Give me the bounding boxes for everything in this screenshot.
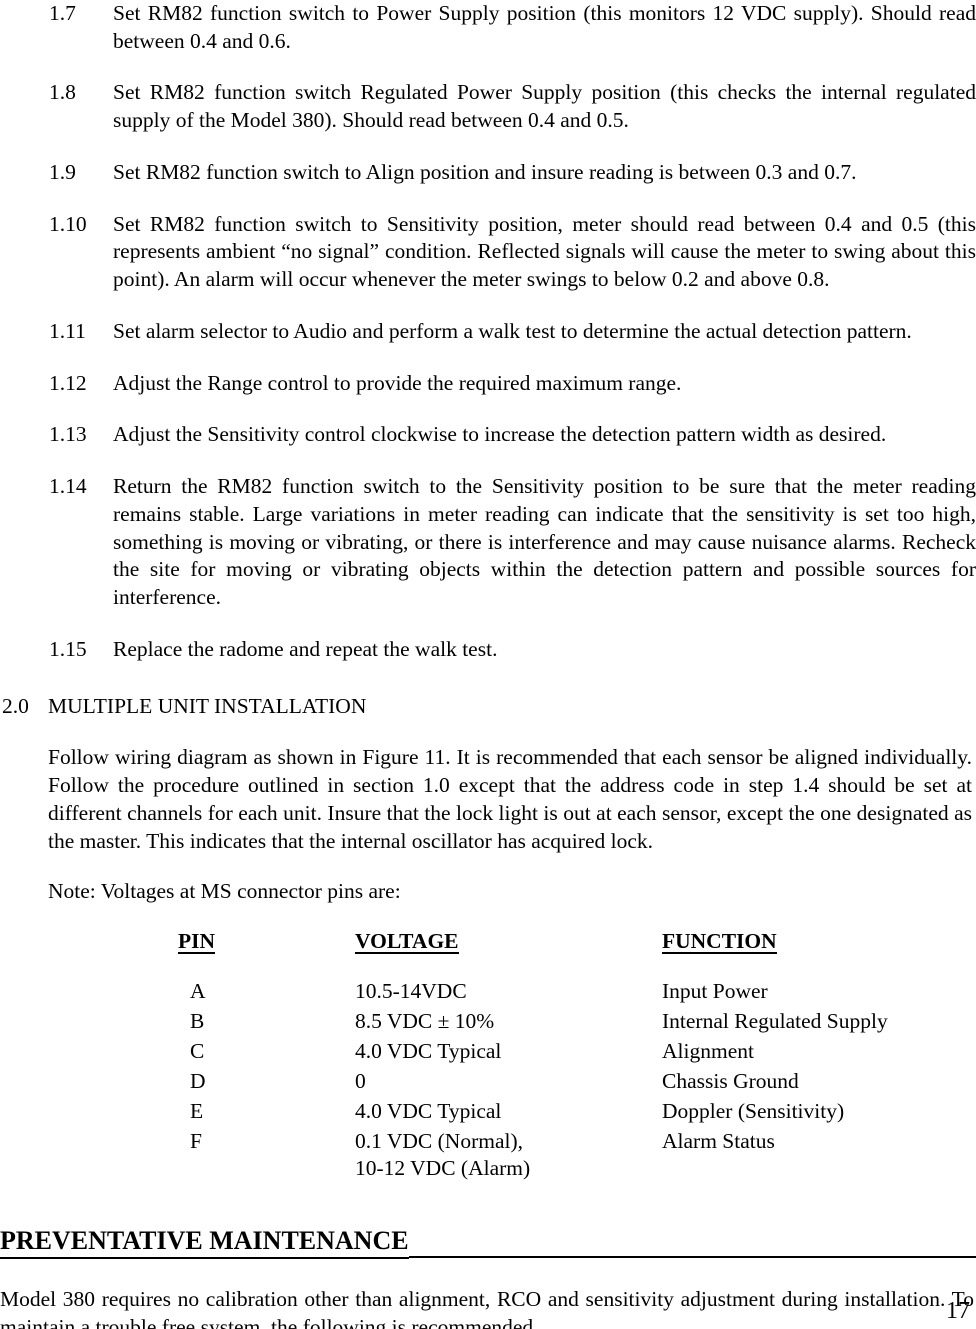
column-header-pin-label: PIN [178, 928, 216, 955]
cell-voltage: 4.0 VDC Typical [355, 1038, 502, 1063]
cell-voltage: 8.5 VDC ± 10% [355, 1008, 495, 1033]
cell-function: Doppler (Sensitivity) [662, 1098, 845, 1123]
pin-voltage-table: PIN VOLTAGE FUNCTION A 10.5-14VDC Input … [0, 928, 962, 1186]
procedure-step: 1.13 Adjust the Sensitivity control cloc… [0, 421, 976, 449]
table-row: C 4.0 VDC Typical Alignment [0, 1038, 962, 1068]
table-header-row: PIN VOLTAGE FUNCTION [0, 928, 962, 978]
cell-voltage: 4.0 VDC Typical [355, 1098, 502, 1123]
step-number: 1.14 [49, 474, 87, 499]
column-header-voltage-label: VOLTAGE [355, 928, 459, 955]
step-text: Set alarm selector to Audio and perform … [113, 318, 912, 343]
cell-voltage: 0.1 VDC (Normal), 10-12 VDC (Alarm) [355, 1128, 662, 1186]
procedure-step: 1.12 Adjust the Range control to provide… [0, 370, 976, 398]
table-body: A 10.5-14VDC Input Power B 8.5 VDC ± 10%… [0, 978, 962, 1186]
cell-pin: E [190, 1098, 204, 1123]
step-number: 1.11 [49, 318, 86, 343]
step-text: Set RM82 function switch to Power Supply… [113, 1, 976, 53]
step-number: 1.10 [49, 211, 87, 236]
step-number: 1.9 [49, 159, 76, 184]
cell-pin: F [190, 1128, 202, 1153]
cell-function: Alarm Status [662, 1128, 775, 1153]
cell-function: Internal Regulated Supply [662, 1008, 888, 1033]
column-header-function-label: FUNCTION [662, 928, 777, 955]
step-number: 1.12 [49, 370, 87, 395]
cell-voltage-line-1: 0.1 VDC (Normal), [355, 1128, 524, 1153]
cell-pin: D [190, 1068, 206, 1093]
cell-pin: B [190, 1008, 205, 1033]
table-row: F 0.1 VDC (Normal), 10-12 VDC (Alarm) Al… [0, 1128, 962, 1186]
step-number: 1.7 [49, 1, 76, 25]
cell-voltage-line-2: 10-12 VDC (Alarm) [355, 1156, 531, 1181]
table-row: D 0 Chassis Ground [0, 1068, 962, 1098]
cell-function: Input Power [662, 978, 768, 1003]
connector-note: Note: Voltages at MS connector pins are: [48, 878, 401, 903]
step-text: Return the RM82 function switch to the S… [113, 474, 976, 610]
cell-pin: A [190, 978, 206, 1003]
step-number: 1.13 [49, 422, 87, 447]
step-text: Adjust the Sensitivity control clockwise… [113, 422, 887, 447]
column-header-pin: PIN [0, 928, 355, 978]
cell-pin: C [190, 1038, 205, 1063]
maintenance-intro: Model 380 requires no calibration other … [0, 1287, 974, 1329]
procedure-step: 1.10 Set RM82 function switch to Sensiti… [0, 211, 976, 294]
table-head: PIN VOLTAGE FUNCTION [0, 928, 962, 978]
cell-voltage: 0 [355, 1068, 366, 1093]
maintenance-heading-text: PREVENTATIVE MAINTENANCE [0, 1227, 409, 1259]
page-number: 17 [946, 1298, 970, 1324]
cell-function: Chassis Ground [662, 1068, 799, 1093]
procedure-step: 1.9 Set RM82 function switch to Align po… [0, 159, 976, 187]
step-number: 1.15 [49, 636, 87, 661]
table-row: B 8.5 VDC ± 10% Internal Regulated Suppl… [0, 1008, 962, 1038]
procedure-step: 1.15 Replace the radome and repeat the w… [0, 636, 976, 664]
section-paragraph: Follow wiring diagram as shown in Figure… [48, 745, 972, 854]
section-number: 2.0 [2, 694, 29, 719]
document-page: 1.7 Set RM82 function switch to Power Su… [0, 0, 976, 1329]
heading-rule [408, 1255, 976, 1258]
table-row: E 4.0 VDC Typical Doppler (Sensitivity) [0, 1098, 962, 1128]
step-number: 1.8 [49, 80, 76, 105]
section-heading: 2.0 MULTIPLE UNIT INSTALLATION [0, 693, 976, 721]
step-text: Set RM82 function switch Regulated Power… [113, 80, 976, 133]
cell-voltage: 10.5-14VDC [355, 978, 467, 1003]
cell-function: Alignment [662, 1038, 754, 1063]
step-text: Set RM82 function switch to Align positi… [113, 159, 857, 184]
step-text: Replace the radome and repeat the walk t… [113, 636, 498, 661]
maintenance-heading: PREVENTATIVE MAINTENANCE [0, 1227, 976, 1259]
page-content: 1.7 Set RM82 function switch to Power Su… [0, 0, 976, 1329]
procedure-step: 1.8 Set RM82 function switch Regulated P… [0, 79, 976, 134]
column-header-voltage: VOLTAGE [355, 928, 662, 978]
table-row: A 10.5-14VDC Input Power [0, 978, 962, 1008]
procedure-step: 1.14 Return the RM82 function switch to … [0, 473, 976, 612]
step-text: Adjust the Range control to provide the … [113, 370, 682, 395]
section-title: MULTIPLE UNIT INSTALLATION [48, 694, 367, 719]
procedure-step: 1.11 Set alarm selector to Audio and per… [0, 318, 976, 346]
column-header-function: FUNCTION [662, 928, 962, 978]
procedure-step: 1.7 Set RM82 function switch to Power Su… [0, 0, 976, 55]
step-text: Set RM82 function switch to Sensitivity … [113, 211, 976, 292]
